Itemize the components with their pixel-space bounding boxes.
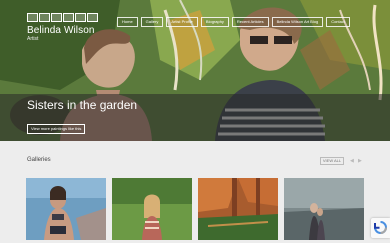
brand-subtitle: Artist xyxy=(27,36,39,42)
gallery-thumbnail[interactable] xyxy=(198,178,278,240)
logo-letter xyxy=(51,13,62,22)
brand-name: Belinda Wilson xyxy=(27,25,95,36)
chevron-left-icon[interactable]: ◀ xyxy=(350,158,355,164)
site-logo[interactable]: Belinda Wilson Artist xyxy=(27,13,98,42)
view-more-paintings-button[interactable]: View more paintings like this xyxy=(27,124,86,134)
logo-letter xyxy=(75,13,86,22)
nav-item-contact[interactable]: Contact xyxy=(326,17,350,27)
nav-item-blog[interactable]: Belinda Wilson Art Blog xyxy=(271,17,324,27)
gallery-thumbnail[interactable] xyxy=(112,178,192,240)
logo-letter xyxy=(39,13,50,22)
nav-item-gallery[interactable]: Gallery xyxy=(140,17,164,27)
recaptcha-badge[interactable] xyxy=(371,218,390,238)
logo-letter xyxy=(27,13,38,22)
nav-item-biography[interactable]: Biography xyxy=(200,17,229,27)
galleries-heading: Galleries xyxy=(27,157,51,163)
gallery-thumbnail[interactable] xyxy=(26,178,106,240)
logo-letter xyxy=(63,13,74,22)
logo-letter xyxy=(87,13,98,22)
gallery-thumbnails xyxy=(26,178,366,240)
hero-banner: Belinda Wilson Artist Home Gallery Artis… xyxy=(0,0,390,141)
logo-mark xyxy=(27,13,98,22)
recaptcha-icon xyxy=(374,221,387,234)
gallery-thumbnail[interactable] xyxy=(284,178,364,240)
view-all-button[interactable]: VIEW ALL xyxy=(320,157,344,165)
nav-item-home[interactable]: Home xyxy=(117,17,138,27)
hero-title: Sisters in the garden xyxy=(27,98,138,112)
nav-item-recent-articles[interactable]: Recent Articles xyxy=(231,17,269,27)
main-nav: Home Gallery Artist Profile Biography Re… xyxy=(117,17,350,27)
nav-item-artist-profile[interactable]: Artist Profile xyxy=(166,17,198,27)
chevron-right-icon[interactable]: ▶ xyxy=(358,158,363,164)
